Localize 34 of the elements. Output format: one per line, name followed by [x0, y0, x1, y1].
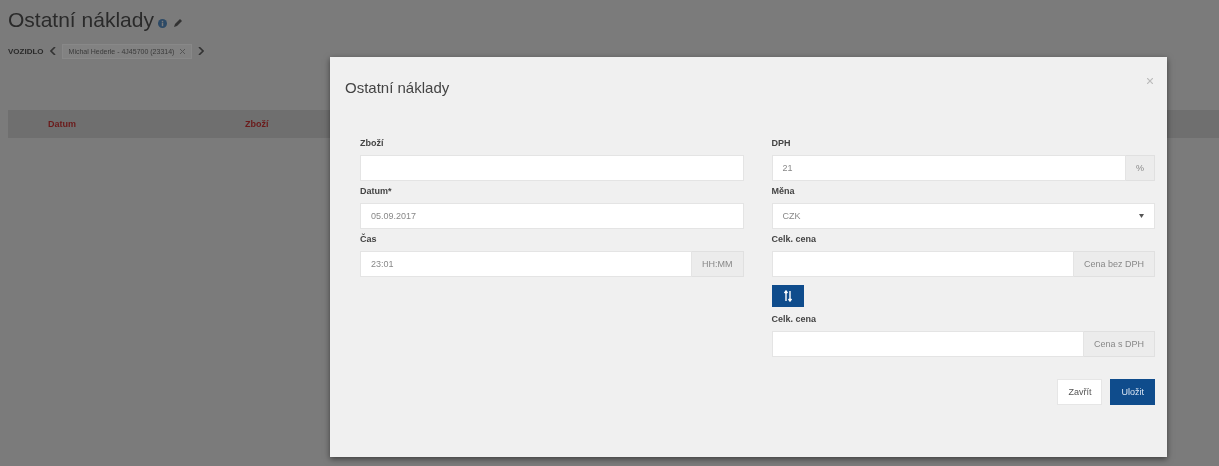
- unit-label: HH:MM: [692, 251, 744, 277]
- select-field[interactable]: CZK: [771, 203, 1155, 229]
- field-label: Celk. cena: [771, 314, 818, 324]
- swap-button[interactable]: [771, 285, 804, 307]
- save-button[interactable]: Uložit: [1110, 379, 1155, 405]
- unit-label: Cena s DPH: [1083, 331, 1155, 357]
- field-label: Celk. cena: [771, 234, 818, 244]
- input-field[interactable]: [771, 251, 1074, 277]
- input-field[interactable]: [360, 155, 744, 181]
- input-field[interactable]: 23:01: [360, 251, 692, 277]
- up-down-arrows-icon: [783, 290, 792, 302]
- column-header[interactable]: Datum: [48, 119, 245, 129]
- field-label: Zboží: [360, 138, 385, 148]
- info-icon[interactable]: [157, 19, 167, 28]
- field-label: Měna: [771, 186, 796, 196]
- previous-icon[interactable]: [49, 47, 56, 55]
- vehicle-label: VOZIDLO: [8, 46, 44, 56]
- column-header[interactable]: Zboží: [245, 119, 269, 129]
- caret-icon: [1139, 214, 1144, 218]
- field-label: Čas: [360, 234, 378, 244]
- input-field[interactable]: [771, 331, 1084, 357]
- dialog-title: Ostatní náklady: [345, 79, 450, 96]
- field-label: Datum*: [360, 186, 393, 196]
- input-field[interactable]: 05.09.2017: [360, 203, 744, 229]
- unit-label: %: [1126, 155, 1155, 181]
- close-icon[interactable]: [1147, 78, 1153, 84]
- field-label: DPH: [771, 138, 792, 148]
- input-field[interactable]: 21: [771, 155, 1126, 181]
- unit-label: Cena bez DPH: [1073, 251, 1155, 277]
- clear-icon[interactable]: [180, 48, 186, 54]
- next-icon[interactable]: [198, 47, 205, 55]
- close-button[interactable]: Zavřít: [1057, 379, 1103, 405]
- page-title: Ostatní náklady: [8, 8, 154, 32]
- pencil-icon[interactable]: [172, 18, 183, 28]
